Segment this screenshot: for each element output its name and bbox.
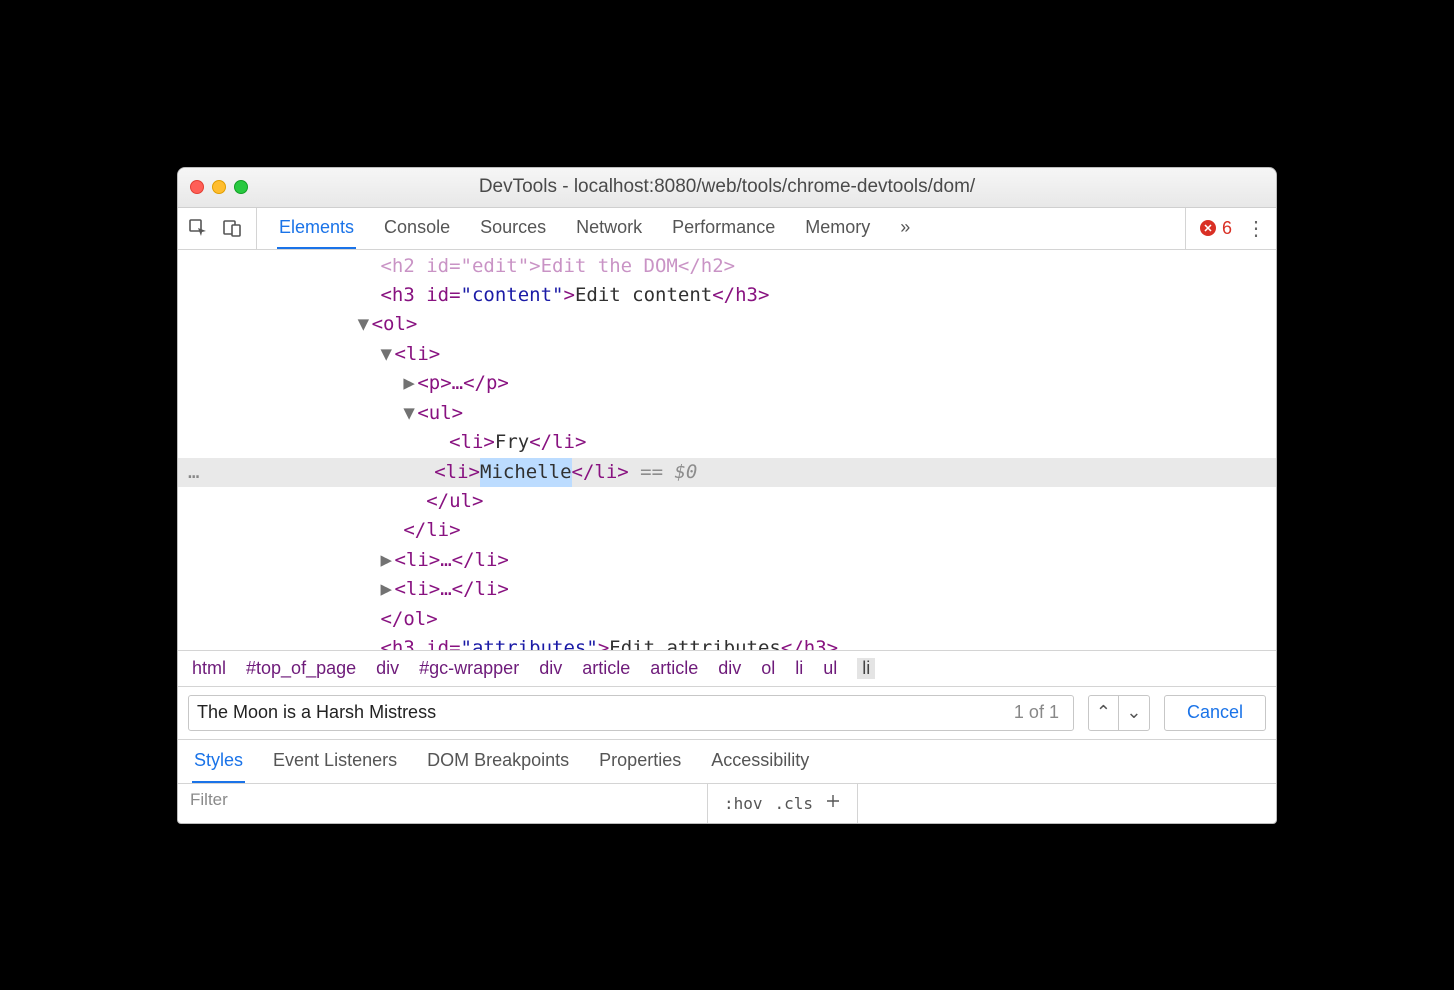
triangle-right-icon[interactable]: ▶ bbox=[403, 369, 417, 398]
styles-tabs: Styles Event Listeners DOM Breakpoints P… bbox=[178, 739, 1276, 783]
dom-node-ul-open[interactable]: ▼<ul> bbox=[178, 399, 1276, 428]
window-title: DevTools - localhost:8080/web/tools/chro… bbox=[178, 176, 1276, 198]
dom-node-li-selected[interactable]: … <li>Michelle</li> == $0 bbox=[178, 458, 1276, 487]
maximize-icon[interactable] bbox=[234, 180, 248, 194]
crumb-top-of-page[interactable]: #top_of_page bbox=[246, 658, 356, 679]
subtab-properties[interactable]: Properties bbox=[597, 740, 683, 783]
close-icon[interactable] bbox=[190, 180, 204, 194]
dom-node-h3-attributes[interactable]: <h3 id="attributes">Edit attributes</h3> bbox=[178, 634, 1276, 649]
triangle-down-icon[interactable]: ▼ bbox=[358, 310, 372, 339]
crumb-li[interactable]: li bbox=[795, 658, 803, 679]
dom-tree[interactable]: <h2 id="edit">Edit the DOM</h2> <h3 id="… bbox=[178, 250, 1276, 650]
titlebar: DevTools - localhost:8080/web/tools/chro… bbox=[178, 168, 1276, 208]
crumb-ol[interactable]: ol bbox=[761, 658, 775, 679]
subtab-event-listeners[interactable]: Event Listeners bbox=[271, 740, 399, 783]
dollar-zero-ref: == $0 bbox=[629, 458, 698, 487]
find-cancel-button[interactable]: Cancel bbox=[1164, 695, 1266, 731]
chevron-down-icon: ⌄ bbox=[1126, 702, 1141, 723]
dom-node-li-open[interactable]: ▼<li> bbox=[178, 340, 1276, 369]
find-input[interactable]: The Moon is a Harsh Mistress 1 of 1 bbox=[188, 695, 1074, 731]
dom-node-li-fry[interactable]: <li>Fry</li> bbox=[178, 428, 1276, 457]
tab-elements[interactable]: Elements bbox=[277, 208, 356, 249]
dom-node-h3-content[interactable]: <h3 id="content">Edit content</h3> bbox=[178, 281, 1276, 310]
tab-network[interactable]: Network bbox=[574, 208, 644, 249]
find-input-value: The Moon is a Harsh Mistress bbox=[197, 702, 1014, 723]
crumb-article-2[interactable]: article bbox=[650, 658, 698, 679]
dom-node-ul-close[interactable]: </ul> bbox=[178, 487, 1276, 516]
find-nav: ⌃ ⌄ bbox=[1088, 695, 1150, 731]
dom-node-li-2[interactable]: ▶<li>…</li> bbox=[178, 546, 1276, 575]
add-rule-button[interactable] bbox=[825, 793, 841, 813]
crumb-li-current[interactable]: li bbox=[857, 658, 875, 679]
find-count: 1 of 1 bbox=[1014, 702, 1059, 723]
breadcrumb: html #top_of_page div #gc-wrapper div ar… bbox=[178, 650, 1276, 686]
plus-icon bbox=[825, 793, 841, 809]
chevron-up-icon: ⌃ bbox=[1096, 702, 1111, 723]
errors-count: 6 bbox=[1222, 218, 1232, 239]
devtools-window: DevTools - localhost:8080/web/tools/chro… bbox=[177, 167, 1277, 824]
panel-tabs: Elements Console Sources Network Perform… bbox=[277, 208, 1185, 249]
dom-node-p-collapsed[interactable]: ▶<p>…</p> bbox=[178, 369, 1276, 398]
crumb-div-3[interactable]: div bbox=[718, 658, 741, 679]
crumb-div-2[interactable]: div bbox=[539, 658, 562, 679]
tab-sources[interactable]: Sources bbox=[478, 208, 548, 249]
triangle-down-icon[interactable]: ▼ bbox=[403, 399, 417, 428]
crumb-ul[interactable]: ul bbox=[823, 658, 837, 679]
device-toggle-icon[interactable] bbox=[222, 218, 242, 238]
inspect-element-icon[interactable] bbox=[188, 218, 208, 238]
crumb-gc-wrapper[interactable]: #gc-wrapper bbox=[419, 658, 519, 679]
cls-toggle[interactable]: .cls bbox=[775, 794, 814, 813]
find-next-button[interactable]: ⌄ bbox=[1119, 696, 1149, 730]
dom-node-li-close[interactable]: </li> bbox=[178, 516, 1276, 545]
triangle-right-icon[interactable]: ▶ bbox=[380, 546, 394, 575]
subtab-accessibility[interactable]: Accessibility bbox=[709, 740, 811, 783]
selected-text[interactable]: Michelle bbox=[480, 458, 572, 487]
ellipsis-icon[interactable]: … bbox=[186, 458, 205, 487]
dom-node-li-3[interactable]: ▶<li>…</li> bbox=[178, 575, 1276, 604]
hov-toggle[interactable]: :hov bbox=[724, 794, 763, 813]
find-prev-button[interactable]: ⌃ bbox=[1089, 696, 1119, 730]
dom-node-h2[interactable]: <h2 id="edit">Edit the DOM</h2> bbox=[178, 252, 1276, 281]
minimize-icon[interactable] bbox=[212, 180, 226, 194]
dom-node-ol-open[interactable]: ▼<ol> bbox=[178, 310, 1276, 339]
crumb-div[interactable]: div bbox=[376, 658, 399, 679]
find-bar: The Moon is a Harsh Mistress 1 of 1 ⌃ ⌄ … bbox=[178, 686, 1276, 739]
triangle-down-icon[interactable]: ▼ bbox=[380, 340, 394, 369]
styles-filter-row: Filter :hov .cls bbox=[178, 783, 1276, 823]
kebab-menu-icon[interactable]: ⋮ bbox=[1246, 216, 1266, 241]
tab-more[interactable]: » bbox=[898, 208, 912, 249]
tab-console[interactable]: Console bbox=[382, 208, 452, 249]
triangle-right-icon[interactable]: ▶ bbox=[380, 575, 394, 604]
errors-badge[interactable]: ✕ 6 bbox=[1200, 218, 1232, 239]
subtab-styles[interactable]: Styles bbox=[192, 740, 245, 783]
crumb-article[interactable]: article bbox=[582, 658, 630, 679]
styles-filter-input[interactable]: Filter bbox=[178, 784, 708, 823]
crumb-html[interactable]: html bbox=[192, 658, 226, 679]
tab-memory[interactable]: Memory bbox=[803, 208, 872, 249]
error-icon: ✕ bbox=[1200, 220, 1216, 236]
subtab-dom-breakpoints[interactable]: DOM Breakpoints bbox=[425, 740, 571, 783]
dom-node-ol-close[interactable]: </ol> bbox=[178, 605, 1276, 634]
main-toolbar: Elements Console Sources Network Perform… bbox=[178, 208, 1276, 250]
tab-performance[interactable]: Performance bbox=[670, 208, 777, 249]
traffic-lights bbox=[190, 180, 248, 194]
